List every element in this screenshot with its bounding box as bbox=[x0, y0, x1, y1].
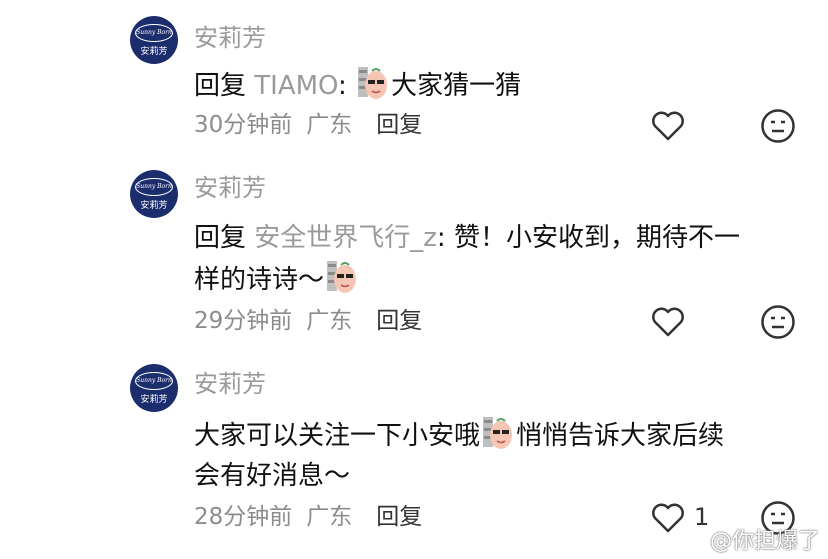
comment-meta: 28分钟前 广东 回复 bbox=[194, 502, 422, 532]
comment-text: 回复 安全世界飞行_z: 赞！小安收到，期待不一 bbox=[194, 218, 794, 258]
mention-user[interactable]: 安全世界飞行_z bbox=[254, 223, 437, 253]
reply-prefix: 回复 bbox=[194, 223, 255, 253]
avatar-brand: Sunny Born bbox=[135, 177, 173, 196]
reply-button[interactable]: 回复 bbox=[376, 306, 422, 336]
heart-icon[interactable] bbox=[650, 502, 686, 534]
comment-body-line2: 样的诗诗～ bbox=[194, 265, 325, 295]
comment-thread: Sunny Born 安莉芳 安莉芳 回复 TIAMO: 大家猜一猜 30分钟前… bbox=[0, 0, 828, 559]
avatar[interactable]: Sunny Born 安莉芳 bbox=[130, 364, 178, 412]
comment-body: 大家猜一猜 bbox=[391, 71, 522, 101]
avatar[interactable]: Sunny Born 安莉芳 bbox=[130, 170, 178, 218]
mention-user[interactable]: TIAMO bbox=[254, 71, 338, 101]
comment-text-line2: 样的诗诗～ bbox=[194, 260, 794, 300]
comment-body: 赞！小安收到，期待不一 bbox=[453, 223, 740, 253]
comment-time: 28分钟前 bbox=[194, 504, 293, 530]
comment-text-line2: 会有好消息～ bbox=[194, 456, 794, 496]
comment-time: 30分钟前 bbox=[194, 112, 293, 138]
comment-body-line2: 会有好消息～ bbox=[194, 461, 351, 491]
neutral-face-icon[interactable] bbox=[760, 304, 796, 340]
mention-colon: : bbox=[338, 71, 356, 101]
comment-author[interactable]: 安莉芳 bbox=[194, 22, 266, 54]
avatar-brand: Sunny Born bbox=[135, 23, 173, 42]
heart-icon[interactable] bbox=[650, 110, 686, 142]
comment-body: 大家可以关注一下小安哦 bbox=[194, 421, 481, 451]
avatar[interactable]: Sunny Born 安莉芳 bbox=[130, 16, 178, 64]
comment-location: 广东 bbox=[306, 112, 353, 138]
comment-location: 广东 bbox=[306, 308, 353, 334]
emoji-sticker-icon bbox=[327, 261, 357, 293]
comment-text: 大家可以关注一下小安哦 悄悄告诉大家后续 bbox=[194, 416, 794, 456]
reply-prefix: 回复 bbox=[194, 71, 255, 101]
comment-meta: 29分钟前 广东 回复 bbox=[194, 306, 422, 336]
emoji-sticker-icon bbox=[358, 67, 388, 99]
avatar-brand-cn: 安莉芳 bbox=[140, 46, 168, 57]
comment-location: 广东 bbox=[306, 504, 353, 530]
avatar-brand: Sunny Born bbox=[135, 371, 173, 390]
comment-author[interactable]: 安莉芳 bbox=[194, 368, 266, 400]
emoji-sticker-icon bbox=[483, 417, 513, 449]
comment-body-cont: 悄悄告诉大家后续 bbox=[516, 421, 725, 451]
comment-time: 29分钟前 bbox=[194, 308, 293, 334]
comment-meta: 30分钟前 广东 回复 bbox=[194, 110, 422, 140]
mention-colon: : bbox=[436, 223, 454, 253]
watermark: @你担爆了 bbox=[682, 523, 820, 555]
weibo-logo-icon bbox=[683, 530, 704, 549]
reply-button[interactable]: 回复 bbox=[376, 502, 422, 532]
avatar-brand-cn: 安莉芳 bbox=[140, 394, 168, 405]
heart-icon[interactable] bbox=[650, 306, 686, 338]
comment-text: 回复 TIAMO: 大家猜一猜 bbox=[194, 66, 794, 106]
watermark-text: @你担爆了 bbox=[709, 529, 820, 554]
neutral-face-icon[interactable] bbox=[760, 108, 796, 144]
comment-author[interactable]: 安莉芳 bbox=[194, 172, 266, 204]
reply-button[interactable]: 回复 bbox=[376, 110, 422, 140]
avatar-brand-cn: 安莉芳 bbox=[140, 200, 168, 211]
